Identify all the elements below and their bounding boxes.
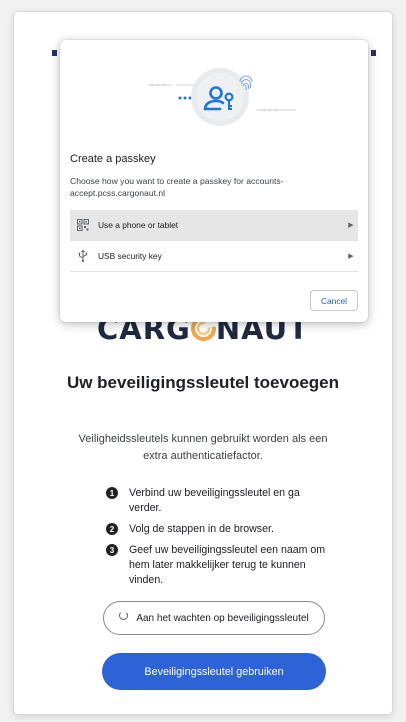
step-text: Volg de stappen in de browser.	[129, 523, 274, 535]
step-number: 3	[106, 544, 118, 556]
dialog-description: Choose how you want to create a passkey …	[70, 176, 284, 198]
step-number: 1	[106, 487, 118, 499]
chevron-right-icon: ▶	[348, 222, 354, 229]
use-security-key-button[interactable]: Beveiligingssleutel gebruiken	[102, 653, 326, 690]
spinner-icon	[119, 610, 129, 620]
step-number: 2	[106, 523, 118, 535]
page-title: Uw beveiligingssleutel toevoegen	[66, 373, 340, 392]
page-corner-mark	[52, 50, 57, 56]
option-label: USB security key	[98, 250, 162, 261]
qr-code-icon	[70, 219, 96, 231]
intro-text: Veiligheidssleutels kunnen gebruikt word…	[78, 433, 328, 462]
step-text: Verbind uw beveiligingssleutel en ga ver…	[129, 487, 300, 514]
option-phone-or-tablet[interactable]: Use a phone or tablet ▶	[70, 210, 358, 240]
usb-icon	[70, 249, 96, 262]
step-item: 3 Geef uw beveiligingssleutel een naam o…	[106, 543, 326, 588]
browser-page: CARG NAUT Uw beveiligingssleutel toevoeg…	[14, 12, 392, 714]
passkey-hero-illustration	[148, 68, 296, 126]
create-passkey-dialog: Create a passkey Choose how you want to …	[60, 40, 368, 322]
steps-list: 1 Verbind uw beveiligingssleutel en ga v…	[106, 486, 326, 594]
dialog-title: Create a passkey	[70, 153, 156, 165]
option-usb-security-key[interactable]: USB security key ▶	[70, 240, 358, 270]
step-item: 1 Verbind uw beveiligingssleutel en ga v…	[106, 486, 326, 516]
waiting-for-key-button[interactable]: Aan het wachten op beveiligingssleutel	[103, 601, 325, 635]
cancel-button[interactable]: Cancel	[310, 290, 358, 311]
waiting-label: Aan het wachten op beveiligingssleutel	[136, 612, 309, 624]
option-label: Use a phone or tablet	[98, 220, 179, 230]
step-text: Geef uw beveiligingssleutel een naam om …	[129, 544, 326, 586]
page-corner-mark	[371, 50, 376, 56]
step-item: 2 Volg de stappen in de browser.	[106, 522, 326, 537]
chevron-right-icon: ▶	[348, 252, 354, 260]
dialog-divider	[70, 271, 358, 272]
